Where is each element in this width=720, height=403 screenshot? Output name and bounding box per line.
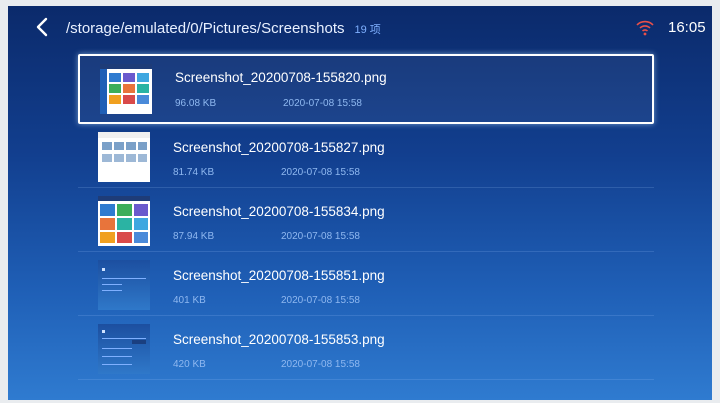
status-clock: 16:05	[668, 19, 706, 36]
file-browser-screen: /storage/emulated/0/Pictures/Screenshots…	[8, 6, 712, 400]
file-thumbnail	[98, 196, 150, 246]
file-list: Screenshot_20200708-155820.png 96.08 KB …	[78, 54, 654, 380]
file-name: Screenshot_20200708-155851.png	[173, 268, 385, 283]
file-item[interactable]: Screenshot_20200708-155853.png 420 KB 20…	[78, 316, 654, 380]
file-size: 420 KB	[173, 359, 206, 370]
file-item[interactable]: Screenshot_20200708-155834.png 87.94 KB …	[78, 188, 654, 252]
file-thumbnail	[98, 324, 150, 374]
file-size: 96.08 KB	[175, 98, 217, 109]
file-name: Screenshot_20200708-155834.png	[173, 204, 385, 219]
file-date: 2020-07-08 15:58	[281, 359, 360, 370]
file-thumbnail	[100, 64, 152, 114]
file-date: 2020-07-08 15:58	[281, 167, 360, 178]
file-item[interactable]: Screenshot_20200708-155820.png 96.08 KB …	[78, 54, 654, 124]
current-path: /storage/emulated/0/Pictures/Screenshots…	[66, 20, 381, 37]
file-item[interactable]: Screenshot_20200708-155851.png 401 KB 20…	[78, 252, 654, 316]
file-size: 401 KB	[173, 295, 206, 306]
file-date: 2020-07-08 15:58	[283, 98, 362, 109]
file-date: 2020-07-08 15:58	[281, 295, 360, 306]
file-size: 87.94 KB	[173, 231, 215, 242]
chevron-left-icon[interactable]	[32, 16, 54, 38]
file-date: 2020-07-08 15:58	[281, 231, 360, 242]
file-name: Screenshot_20200708-155827.png	[173, 140, 385, 155]
file-name: Screenshot_20200708-155820.png	[175, 70, 387, 85]
file-item[interactable]: Screenshot_20200708-155827.png 81.74 KB …	[78, 124, 654, 188]
path-text: /storage/emulated/0/Pictures/Screenshots	[66, 20, 345, 37]
file-thumbnail	[98, 132, 150, 182]
file-size: 81.74 KB	[173, 167, 215, 178]
file-name: Screenshot_20200708-155853.png	[173, 332, 385, 347]
file-thumbnail	[98, 260, 150, 310]
item-count: 19 项	[354, 24, 381, 36]
top-bar: /storage/emulated/0/Pictures/Screenshots…	[8, 6, 712, 52]
wifi-icon	[636, 20, 654, 36]
